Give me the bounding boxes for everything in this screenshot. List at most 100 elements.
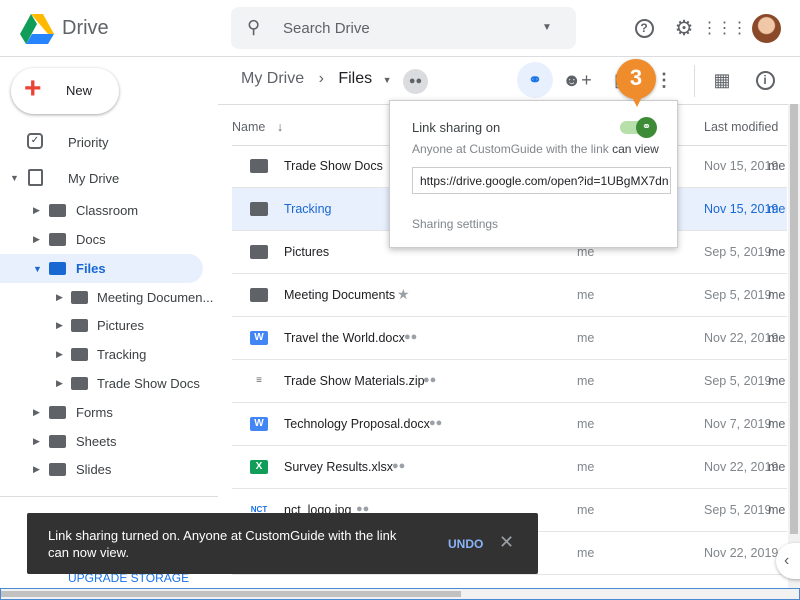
sidebar-item-meeting-documents[interactable]: ▶ Meeting Documen... (0, 283, 218, 311)
sidebar-item-pictures[interactable]: ▶ Pictures (0, 311, 218, 339)
expand-arrow-icon[interactable]: ▶ (56, 378, 63, 389)
info-icon[interactable]: i (747, 62, 783, 98)
docs-icon: W (250, 417, 268, 431)
expand-arrow-icon[interactable]: ▼ (10, 173, 19, 183)
get-link-button[interactable]: ⚭ (517, 62, 553, 98)
dropdown-icon[interactable]: ▼ (383, 75, 392, 85)
file-row[interactable]: X Survey Results.xlsx ●● me Nov 22, 2019 me (232, 446, 787, 489)
expand-arrow-icon[interactable]: ▼ (33, 264, 42, 274)
file-modified-by: me (768, 331, 786, 345)
sidebar-item-label: Trade Show Docs (97, 375, 200, 391)
file-name: Technology Proposal.docx (284, 417, 430, 431)
expand-arrow-icon[interactable]: ▶ (33, 205, 40, 216)
search-input[interactable]: ⚲ Search Drive ▼ (231, 7, 576, 49)
plus-icon: + (24, 72, 42, 105)
file-modified-by: me (768, 417, 786, 431)
shared-folder-icon (250, 202, 268, 216)
expand-arrow-icon[interactable]: ▶ (33, 234, 40, 245)
expand-arrow-icon[interactable]: ▶ (56, 292, 63, 303)
horizontal-scrollbar[interactable] (0, 588, 800, 600)
shared-folder-icon (250, 245, 268, 259)
folder-icon (71, 347, 88, 361)
undo-button[interactable]: UNDO (448, 537, 483, 551)
toolbar-divider (694, 65, 695, 97)
description-text: Anyone at CustomGuide with the link (412, 142, 609, 156)
folder-icon (250, 159, 268, 173)
sidebar-item-label: My Drive (68, 170, 120, 186)
header: Drive ⚲ Search Drive ▼ ? ⚙ ⋮⋮⋮ (0, 0, 800, 57)
app-title: Drive (62, 17, 109, 39)
search-placeholder: Search Drive (283, 20, 370, 37)
file-row[interactable]: Meeting Documents ★ me Sep 5, 2019 me (232, 274, 787, 317)
file-owner: me (577, 417, 595, 431)
file-owner: me (577, 503, 595, 517)
new-button[interactable]: + New (11, 68, 119, 114)
expand-arrow-icon[interactable]: ▶ (33, 436, 40, 447)
sidebar-item-label: Classroom (76, 202, 139, 218)
sidebar-item-label: Priority (68, 134, 109, 150)
scrollbar-thumb[interactable] (1, 591, 461, 597)
link-sharing-toggle[interactable]: ⚭ (620, 117, 657, 138)
expand-arrow-icon[interactable]: ▶ (33, 464, 40, 475)
sidebar-item-tracking[interactable]: ▶ Tracking (0, 340, 218, 368)
sidebar-item-priority[interactable]: ✓ Priority (0, 128, 218, 156)
expand-arrow-icon[interactable]: ▶ (56, 320, 63, 331)
search-options-icon[interactable]: ▼ (542, 22, 552, 33)
file-date: Sep 5, 2019 (704, 374, 772, 388)
file-date: Sep 5, 2019 (704, 288, 772, 302)
access-level-dropdown[interactable]: can view (612, 142, 659, 156)
popup-title: Link sharing on (412, 120, 501, 135)
expand-arrow-icon[interactable]: ▶ (33, 407, 40, 418)
help-icon[interactable]: ? (626, 10, 662, 46)
scrollbar-thumb[interactable] (790, 104, 798, 534)
drive-logo[interactable] (20, 14, 54, 44)
sidebar-item-forms[interactable]: ▶ Forms (0, 398, 218, 426)
grid-view-icon[interactable]: ▦ (704, 62, 740, 98)
file-date: Sep 5, 2019 (704, 245, 772, 259)
file-owner: me (577, 374, 595, 388)
sidebar-item-docs[interactable]: ▶ Docs (0, 225, 218, 253)
shared-icon: ●● (404, 331, 418, 343)
folder-icon (49, 434, 66, 448)
avatar[interactable] (752, 14, 781, 43)
apps-icon[interactable]: ⋮⋮⋮ (702, 10, 748, 46)
file-row[interactable]: ≡ Trade Show Materials.zip ●● me Sep 5, 2019… (232, 360, 787, 403)
sort-arrow-icon[interactable]: ↓ (277, 120, 283, 134)
sharing-settings-link[interactable]: Sharing settings (412, 217, 498, 231)
zip-icon: ≡ (256, 375, 262, 386)
file-date: Nov 22, 2019 (704, 546, 779, 560)
breadcrumb-my-drive[interactable]: My Drive (241, 70, 304, 87)
settings-icon[interactable]: ⚙ (666, 10, 702, 46)
star-icon[interactable]: ★ (397, 286, 410, 303)
step-callout: 3 (616, 59, 656, 107)
column-modified-header[interactable]: Last modified (704, 120, 778, 134)
file-modified-by: me (768, 159, 786, 173)
sidebar-item-files[interactable]: ▼ Files (0, 254, 203, 283)
file-name: Tracking (284, 202, 332, 216)
sheets-icon: X (250, 460, 268, 474)
sidebar-item-sheets[interactable]: ▶ Sheets (0, 427, 218, 455)
link-icon: ⚭ (636, 117, 657, 138)
search-icon[interactable]: ⚲ (247, 17, 260, 38)
file-date: Nov 7, 2019 (704, 417, 772, 431)
close-icon[interactable]: ✕ (499, 532, 514, 553)
shared-icon: ●● (429, 417, 443, 429)
sidebar-item-classroom[interactable]: ▶ Classroom (0, 196, 218, 224)
file-modified-by: me (768, 288, 786, 302)
folder-icon (49, 405, 66, 419)
share-add-person-icon[interactable]: ☻+ (559, 62, 595, 98)
column-name-header[interactable]: Name ↓ (232, 120, 283, 134)
shared-people-icon[interactable]: ●● (403, 69, 428, 94)
sidebar-item-my-drive[interactable]: ▼ My Drive (0, 164, 218, 192)
sidebar-item-trade-show-docs[interactable]: ▶ Trade Show Docs (0, 369, 218, 397)
sidebar-item-slides[interactable]: ▶ Slides (0, 455, 218, 483)
file-row[interactable]: W Travel the World.docx ●● me Nov 22, 2019 me (232, 317, 787, 360)
vertical-scrollbar[interactable] (788, 104, 800, 588)
breadcrumb-files[interactable]: Files (338, 70, 372, 87)
shared-folder-icon (49, 262, 66, 275)
file-owner: me (577, 288, 595, 302)
file-row[interactable]: W Technology Proposal.docx ●● me Nov 7, 2019… (232, 403, 787, 446)
share-link-input[interactable]: https://drive.google.com/open?id=1UBgMX7… (412, 167, 671, 194)
shared-icon: ●● (392, 460, 406, 472)
expand-arrow-icon[interactable]: ▶ (56, 349, 63, 360)
